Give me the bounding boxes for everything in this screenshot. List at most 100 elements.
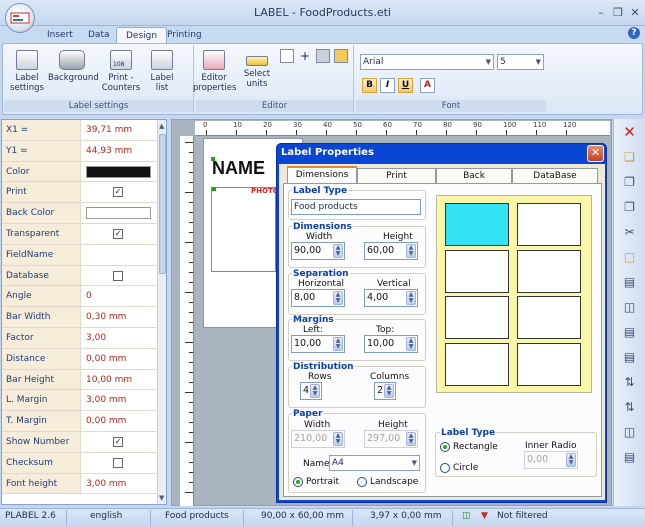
- label-list-button[interactable]: Label list: [144, 50, 180, 93]
- scroll-thumb[interactable]: [159, 134, 166, 274]
- app-menu-button[interactable]: [5, 3, 35, 33]
- tab-insert[interactable]: Insert: [38, 27, 82, 44]
- snap-icon[interactable]: [316, 49, 330, 63]
- scroll-up-icon[interactable]: ▲: [159, 122, 164, 130]
- restore-button[interactable]: ❐: [611, 6, 625, 20]
- tab-database[interactable]: DataBase: [512, 168, 598, 183]
- property-value[interactable]: 3,00 mm: [82, 390, 157, 410]
- horizontal-separation-stepper[interactable]: 8,00 ▲ ▼: [291, 289, 345, 307]
- tab-back[interactable]: Back: [436, 168, 512, 183]
- property-row[interactable]: Print ✓: [2, 182, 157, 204]
- property-row[interactable]: X1 = 39,71 mm: [2, 120, 157, 141]
- portrait-radio[interactable]: [293, 477, 303, 487]
- spinner-arrows-icon[interactable]: ▲ ▼: [333, 291, 343, 305]
- property-checkbox[interactable]: ✓: [113, 187, 123, 198]
- top-margin-stepper[interactable]: 10,00 ▲ ▼: [364, 335, 418, 353]
- height-stepper[interactable]: 60,00 ▲ ▼: [364, 242, 418, 260]
- spinner-arrows-icon[interactable]: ▲ ▼: [333, 432, 343, 446]
- property-value[interactable]: 0: [82, 286, 157, 306]
- background-button[interactable]: Background: [48, 50, 99, 83]
- spinner-arrows-icon[interactable]: ▲ ▼: [333, 337, 343, 351]
- align-top-icon[interactable]: ▤: [621, 274, 638, 291]
- columns-stepper[interactable]: 2 ▲ ▼: [374, 382, 396, 400]
- property-row[interactable]: Bar Height 10,00 mm: [2, 369, 157, 391]
- align-right-icon[interactable]: ◫: [621, 424, 638, 441]
- vertical-separation-stepper[interactable]: 4,00 ▲ ▼: [364, 289, 418, 307]
- font-color-button[interactable]: A: [420, 78, 435, 93]
- italic-button[interactable]: I: [380, 78, 395, 93]
- copy-icon[interactable]: ❐: [621, 199, 638, 216]
- font-family-select[interactable]: Arial ▼: [360, 54, 494, 70]
- paper-width-stepper[interactable]: 210,00 ▲ ▼: [291, 430, 345, 448]
- label-settings-button[interactable]: Label settings: [9, 50, 45, 93]
- property-checkbox[interactable]: ✓: [113, 437, 123, 447]
- property-row[interactable]: Font height 3,00 mm: [2, 473, 157, 495]
- editor-properties-button[interactable]: Editor properties: [193, 50, 236, 93]
- paper-height-stepper[interactable]: 297,00 ▲ ▼: [364, 430, 418, 448]
- cut-icon[interactable]: ✂: [621, 224, 638, 241]
- width-stepper[interactable]: 90,00 ▲ ▼: [291, 242, 345, 260]
- selection-handle[interactable]: [211, 157, 215, 161]
- align-center-icon[interactable]: ▤: [621, 349, 638, 366]
- color-swatch[interactable]: [86, 207, 151, 220]
- circle-radio[interactable]: [440, 463, 450, 473]
- property-checkbox[interactable]: [113, 270, 123, 281]
- property-row[interactable]: L. Margin 3,00 mm: [2, 390, 157, 412]
- property-value[interactable]: [82, 245, 157, 265]
- property-row[interactable]: Color: [2, 161, 157, 183]
- property-row[interactable]: Factor 3,00: [2, 328, 157, 349]
- grid-icon[interactable]: [280, 49, 294, 63]
- align-bottom-icon[interactable]: ▤: [621, 449, 638, 466]
- color-swatch[interactable]: [86, 165, 151, 178]
- rows-stepper[interactable]: 4 ▲ ▼: [300, 382, 322, 400]
- spinner-arrows-icon[interactable]: ▲ ▼: [333, 244, 343, 258]
- property-scrollbar[interactable]: ▲ ▼: [157, 120, 166, 504]
- scroll-down-icon[interactable]: ▼: [159, 494, 164, 502]
- spinner-arrows-icon[interactable]: ▲ ▼: [384, 384, 394, 398]
- photo-frame[interactable]: [211, 187, 276, 272]
- duplicate-icon[interactable]: ❏: [621, 149, 638, 166]
- property-value[interactable]: 39,71 mm: [82, 120, 157, 140]
- help-icon[interactable]: ?: [628, 27, 640, 39]
- close-window-button[interactable]: ✕: [628, 6, 642, 20]
- bold-button[interactable]: B: [362, 78, 377, 93]
- property-row[interactable]: Checksum: [2, 452, 157, 474]
- spinner-arrows-icon[interactable]: ▲ ▼: [406, 432, 416, 446]
- send-to-back-icon[interactable]: ⇅: [621, 399, 638, 416]
- property-row[interactable]: Transparent ✓: [2, 224, 157, 245]
- print-counters-button[interactable]: 108 Print - Counters: [100, 50, 142, 93]
- align-middle-icon[interactable]: ▤: [621, 324, 638, 341]
- property-row[interactable]: Database: [2, 265, 157, 287]
- property-value[interactable]: 3,00: [82, 328, 157, 348]
- property-row[interactable]: Bar Width 0,30 mm: [2, 307, 157, 328]
- property-row[interactable]: Back Color: [2, 203, 157, 224]
- property-value[interactable]: 10,00 mm: [82, 370, 157, 390]
- property-row[interactable]: Distance 0,00 mm: [2, 348, 157, 370]
- name-text-object[interactable]: NAME: [212, 158, 265, 179]
- property-value[interactable]: 0,00 mm: [82, 411, 157, 431]
- left-margin-stepper[interactable]: 10,00 ▲ ▼: [291, 335, 345, 353]
- label-type-input[interactable]: Food products: [291, 199, 421, 215]
- property-value[interactable]: 0,00 mm: [82, 349, 157, 369]
- tab-dimensions[interactable]: Dimensions: [287, 166, 357, 184]
- minimize-button[interactable]: –: [594, 6, 608, 20]
- align-left-icon[interactable]: ◫: [621, 299, 638, 316]
- spinner-arrows-icon[interactable]: ▲ ▼: [406, 337, 416, 351]
- delete-icon[interactable]: ✕: [621, 124, 638, 141]
- crosshair-icon[interactable]: +: [298, 49, 312, 63]
- folder-icon[interactable]: [334, 49, 348, 63]
- tab-print[interactable]: Print: [357, 168, 436, 183]
- tab-data[interactable]: Data: [79, 27, 119, 44]
- paste-icon[interactable]: □: [621, 249, 638, 266]
- tab-printing[interactable]: Printing: [158, 27, 211, 44]
- property-value[interactable]: 44,93 mm: [82, 141, 157, 161]
- select-units-button[interactable]: Select units: [238, 50, 276, 89]
- property-checkbox[interactable]: [113, 457, 123, 468]
- underline-button[interactable]: U: [398, 78, 413, 93]
- dialog-close-button[interactable]: ✕: [587, 145, 604, 162]
- landscape-radio[interactable]: [357, 477, 367, 487]
- bring-to-front-icon[interactable]: ⇅: [621, 374, 638, 391]
- selection-handle[interactable]: [212, 187, 216, 191]
- property-row[interactable]: Y1 = 44,93 mm: [2, 140, 157, 162]
- property-value[interactable]: 3,00 mm: [82, 474, 157, 494]
